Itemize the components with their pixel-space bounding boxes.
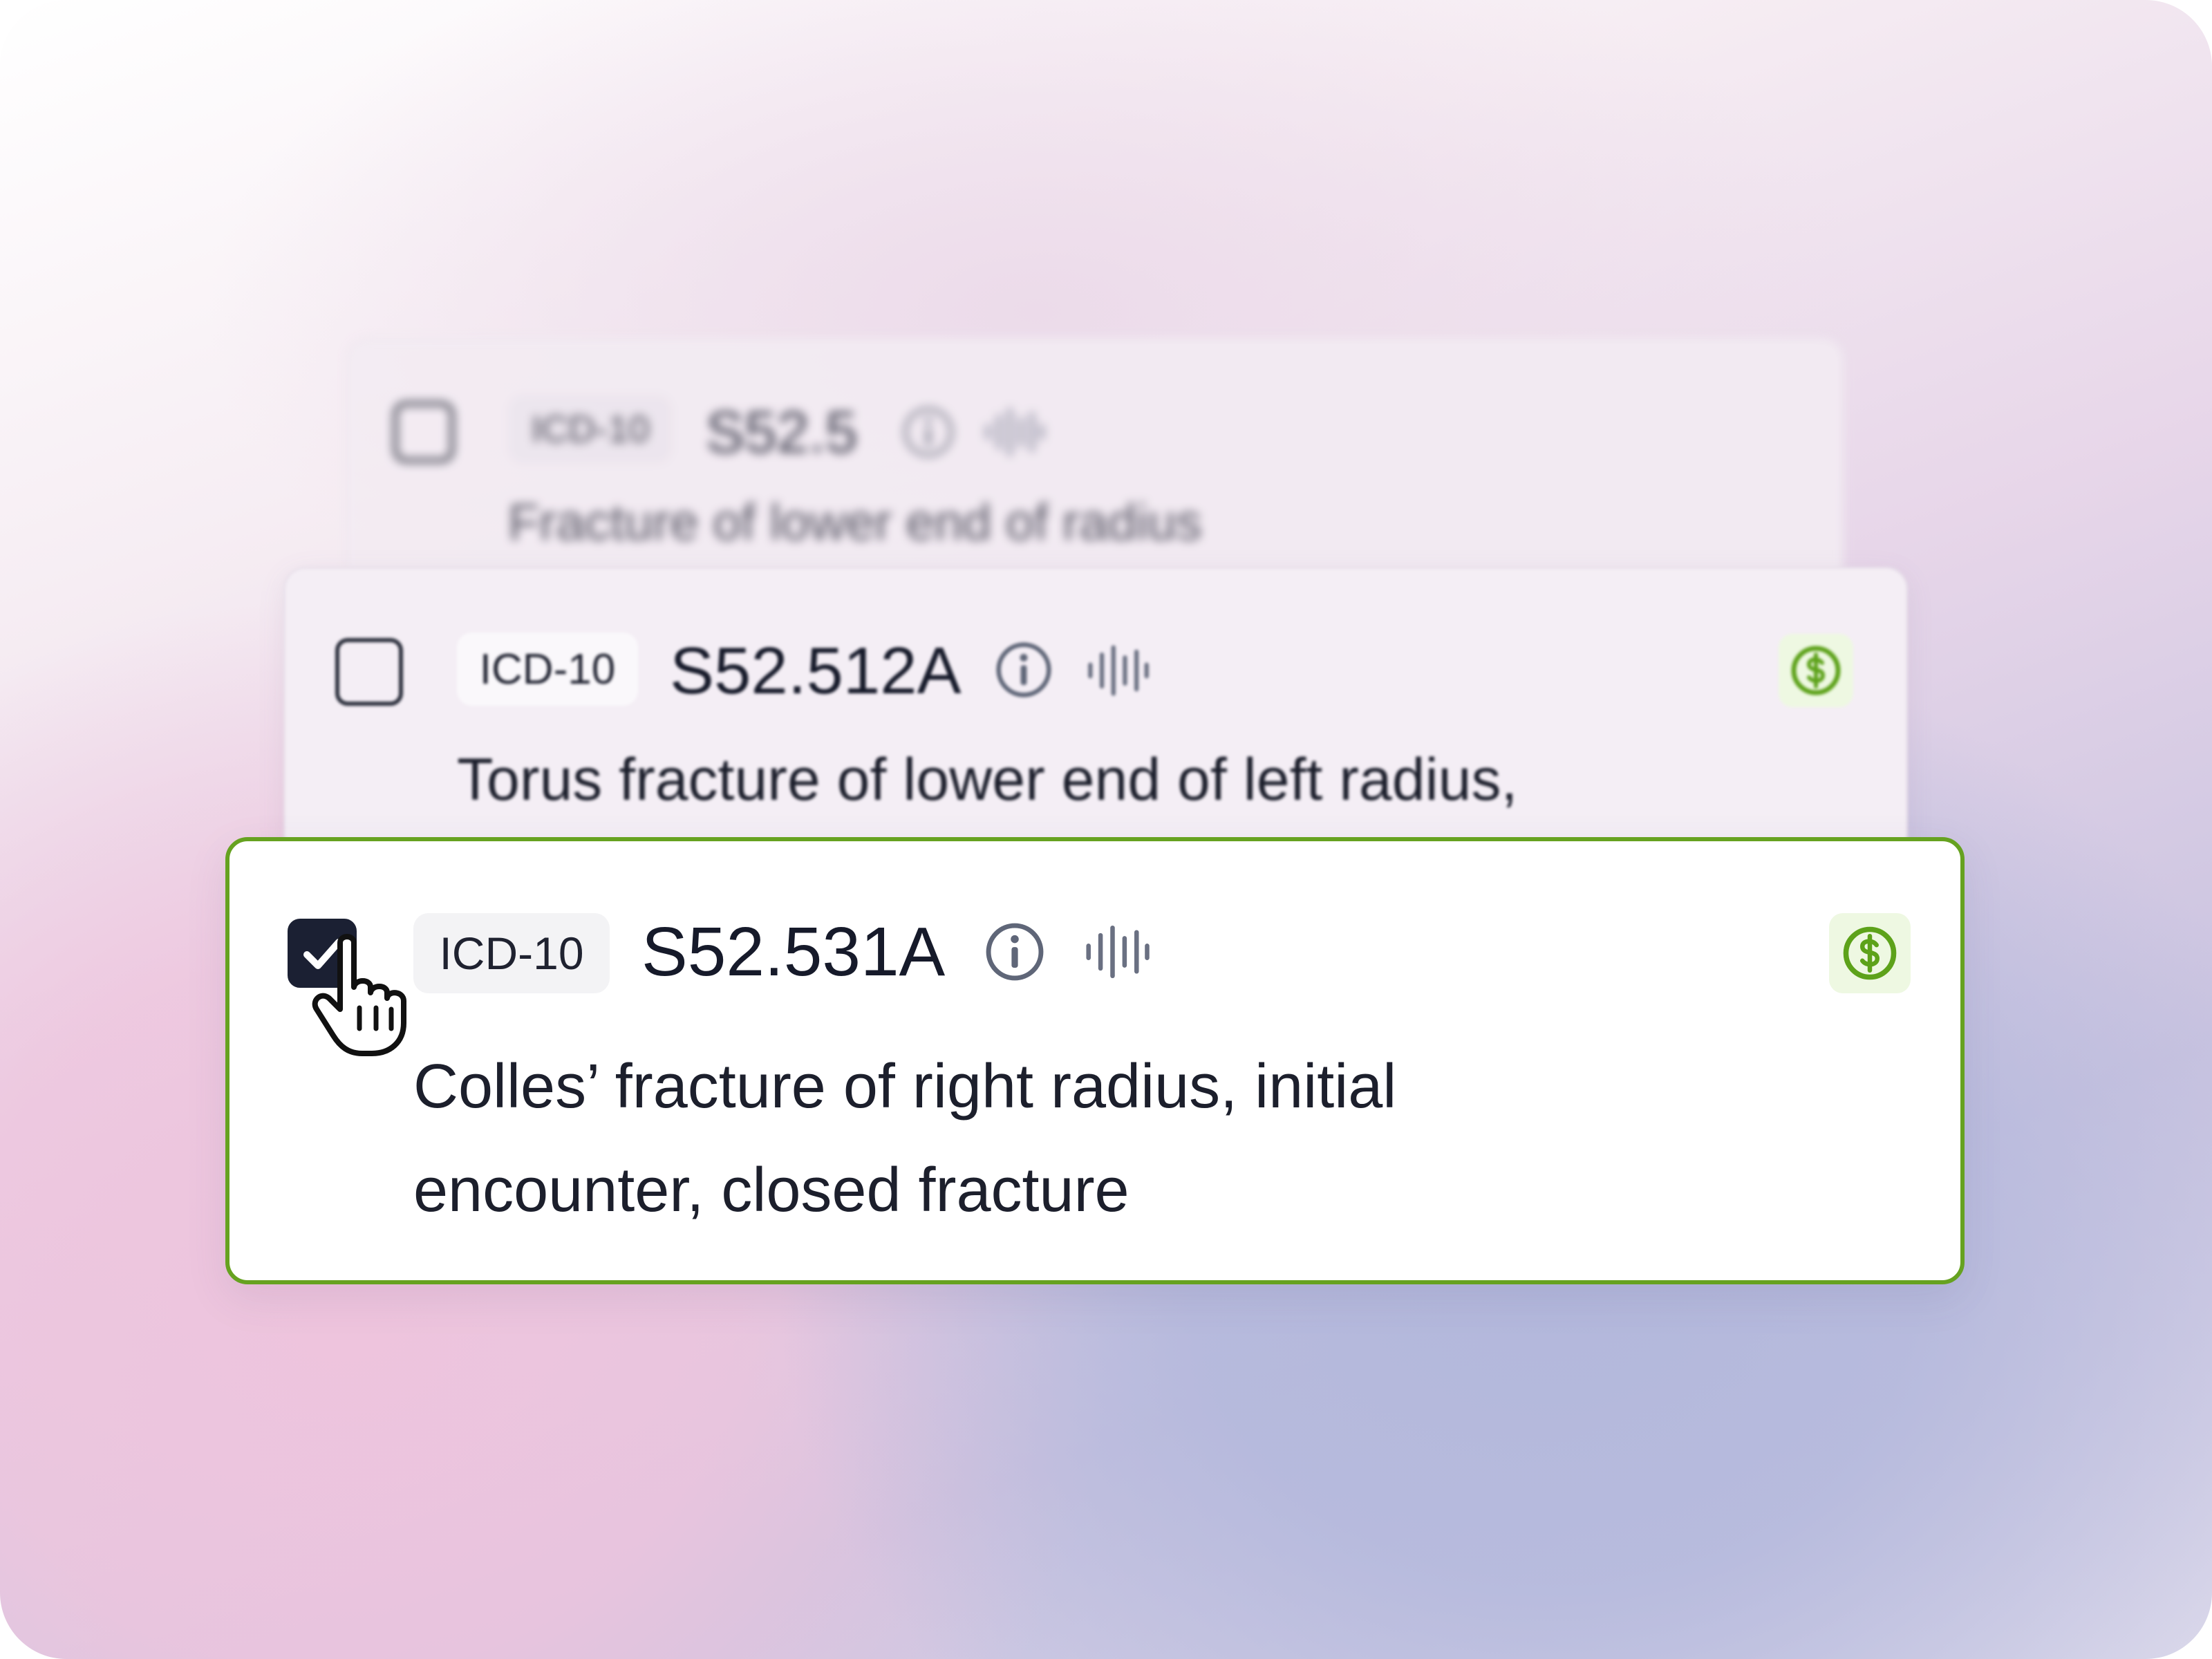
audio-waveform-icon[interactable] [982,406,1046,458]
info-icon[interactable] [993,639,1054,700]
dollar-icon [1791,646,1841,695]
hand-pointer-icon [312,934,406,1056]
icd10-tag: ICD-10 [508,395,673,464]
billable-badge [1829,913,1911,993]
dollar-icon [1843,926,1897,980]
info-icon[interactable] [901,404,956,460]
info-icon[interactable] [983,920,1047,984]
checkbox-s52-5[interactable] [393,402,454,462]
checkbox-s52-512a[interactable] [335,638,403,706]
billable-badge [1779,634,1853,707]
audio-waveform-icon[interactable] [1085,642,1151,699]
code-label: S52.5 [706,400,858,465]
code-description-line2: encounter, closed fracture [413,1156,1130,1225]
code-label: S52.531A [641,913,946,991]
code-description: Torus fracture of lower end of left radi… [457,747,1518,813]
icd10-tag: ICD-10 [457,632,638,706]
code-card-s52-5[interactable]: ICD-10 S52.5 Fracture of lower end of ra… [346,337,1844,586]
code-label: S52.512A [670,634,962,708]
audio-waveform-icon[interactable] [1082,921,1152,982]
code-card-s52-531a[interactable]: ICD-10 S52.531A Colles’ fracture of righ… [225,837,1965,1284]
code-description: Fracture of lower end of radius [508,494,1202,551]
icd10-tag: ICD-10 [413,913,610,993]
code-description-line1: Colles’ fracture of right radius, initia… [413,1052,1397,1121]
background: ICD-10 S52.5 Fracture of lower end of ra… [0,0,2212,1659]
code-card-s52-512a[interactable]: ICD-10 S52.512A Torus fracture of lower … [283,567,1908,857]
